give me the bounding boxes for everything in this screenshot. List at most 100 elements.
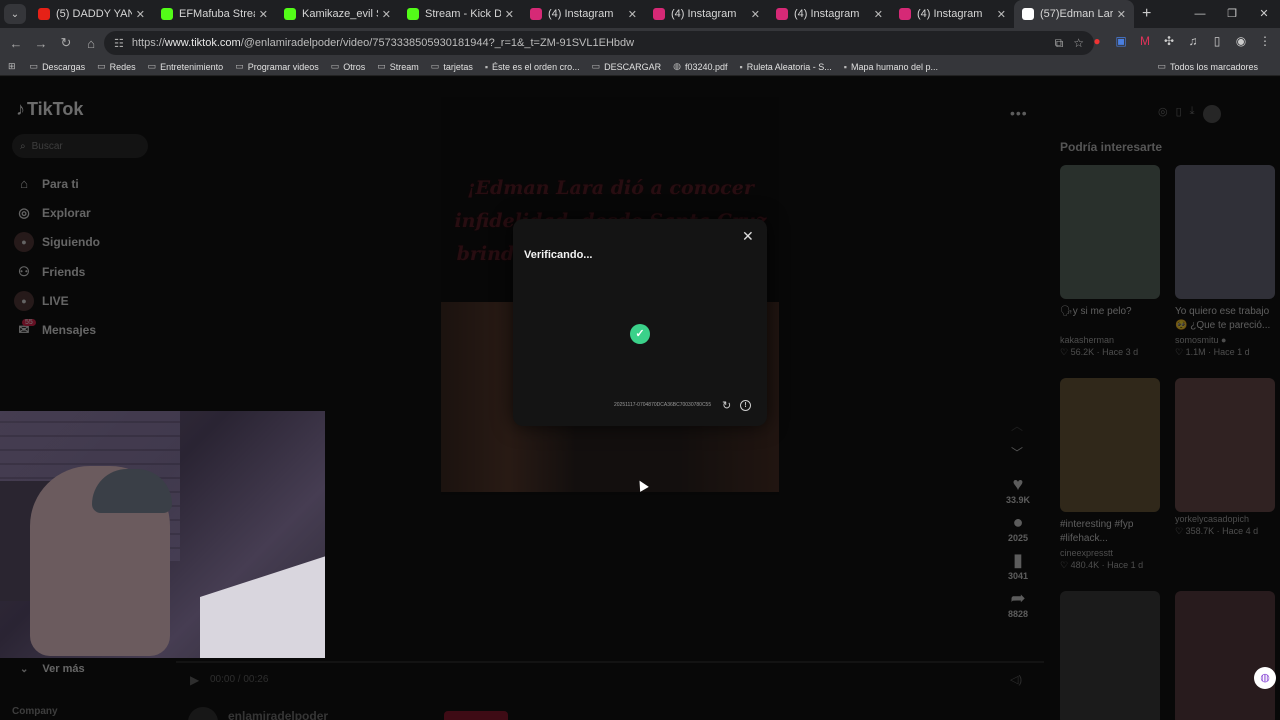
next-video-icon[interactable]: ﹀: [1011, 444, 1023, 461]
tiktok-logo[interactable]: ♪ TikTok: [16, 99, 83, 120]
video-author[interactable]: yorkelycasadopich: [1175, 514, 1275, 524]
device-icon[interactable]: ▯: [1176, 105, 1182, 123]
address-bar[interactable]: ☷ https://www.tiktok.com/@enlamiradelpod…: [104, 31, 1094, 55]
back-button[interactable]: ←: [4, 36, 28, 51]
bookmark-item[interactable]: ◍ f03240.pdf: [673, 61, 727, 72]
bookmark-item[interactable]: ▭ Redes: [97, 61, 136, 72]
new-tab-button[interactable]: +: [1142, 5, 1151, 23]
bookmark-item[interactable]: ▪ Éste es el orden cro...: [485, 61, 580, 72]
close-tab-icon[interactable]: ✕: [751, 8, 760, 21]
bookmark-item[interactable]: ▭ Programar videos: [235, 61, 319, 72]
video-thumbnail[interactable]: [1175, 165, 1275, 299]
close-tab-icon[interactable]: ✕: [628, 8, 637, 21]
bookmark-item[interactable]: ▭ DESCARGAR: [592, 61, 662, 72]
sidebar-item-friends[interactable]: ⚇ Friends: [14, 257, 100, 286]
sidebar-item-live[interactable]: ● LIVE: [14, 286, 100, 315]
browser-menu-icon[interactable]: ⋮: [1258, 34, 1272, 48]
profile-avatar-icon[interactable]: ◉: [1234, 34, 1248, 48]
browser-tab[interactable]: Stream - Kick Dashbo ✕: [399, 0, 522, 28]
save-count: 3041: [1007, 571, 1029, 581]
close-tab-icon[interactable]: ✕: [1117, 8, 1126, 21]
browser-tab[interactable]: (4) Instagram ✕: [522, 0, 645, 28]
refresh-icon[interactable]: ↻: [722, 399, 731, 412]
browser-tab[interactable]: (57)Edman Lara dió ✕: [1014, 0, 1134, 28]
close-tab-icon[interactable]: ✕: [505, 8, 514, 21]
floating-action-icon[interactable]: ◍: [1254, 667, 1276, 689]
info-icon[interactable]: !: [740, 400, 751, 411]
browser-tab[interactable]: Kamikaze_evil Stream ✕: [276, 0, 399, 28]
author-avatar[interactable]: [188, 707, 218, 720]
comment-button[interactable]: ● 2025: [1000, 511, 1036, 543]
video-thumbnail[interactable]: [1060, 378, 1160, 512]
follow-button[interactable]: [444, 711, 508, 720]
install-app-icon[interactable]: ⧉: [1055, 36, 1064, 51]
recommended-video-card[interactable]: Yo quiero ese trabajo 🥺 ¿Que te pareció.…: [1175, 165, 1275, 358]
company-link[interactable]: Company: [12, 706, 58, 717]
browser-tab[interactable]: (4) Instagram ✕: [645, 0, 768, 28]
coins-icon[interactable]: ◎: [1158, 105, 1168, 123]
home-button[interactable]: ⌂: [79, 36, 103, 51]
video-author[interactable]: somosmitu ●: [1175, 335, 1275, 345]
reload-button[interactable]: ↻: [54, 35, 78, 51]
previous-video-icon[interactable]: ︿: [1011, 417, 1023, 434]
play-icon[interactable]: ▶: [190, 673, 199, 687]
bookmark-item[interactable]: ▭ Descargas: [30, 61, 86, 72]
forward-button[interactable]: →: [29, 36, 53, 51]
close-tab-icon[interactable]: ✕: [259, 8, 268, 21]
extensions-puzzle-icon[interactable]: ✣: [1162, 34, 1176, 48]
recommended-video-card[interactable]: [1175, 591, 1275, 720]
video-thumbnail[interactable]: [1175, 378, 1275, 512]
translate-extension-icon[interactable]: ▣: [1114, 34, 1128, 48]
bookmark-item[interactable]: ▭ Entretenimiento: [148, 61, 224, 72]
maximize-button[interactable]: ❐: [1216, 0, 1248, 28]
all-bookmarks-folder[interactable]: ▭ Todos los marcadores: [1157, 61, 1258, 72]
browser-tab[interactable]: (4) Instagram ✕: [768, 0, 891, 28]
volume-icon[interactable]: ◁): [1010, 673, 1022, 686]
sidebar-item-para-ti[interactable]: ⌂ Para ti: [14, 169, 100, 198]
side-panel-icon[interactable]: ▯: [1210, 34, 1224, 48]
apps-grid-icon[interactable]: ⊞: [8, 61, 16, 72]
video-thumbnail[interactable]: [1060, 591, 1160, 720]
browser-tab[interactable]: (5) DADDY YANKEE & ✕: [30, 0, 153, 28]
extension-red-icon[interactable]: ●: [1090, 34, 1104, 48]
bookmark-item[interactable]: ▪ Mapa humano del p...: [844, 61, 938, 72]
like-button[interactable]: ♥ 33.9K: [1000, 473, 1036, 505]
recommended-video-card[interactable]: 🗣y si me pelo? kakasherman ♡ 56.2K · Hace …: [1060, 165, 1160, 358]
bookmark-item[interactable]: ▭ Otros: [331, 61, 366, 72]
video-progress-bar[interactable]: [176, 661, 1044, 663]
bookmark-star-icon[interactable]: ☆: [1073, 36, 1084, 51]
close-icon[interactable]: ✕: [742, 228, 754, 245]
save-button[interactable]: ▮ 3041: [1000, 549, 1036, 581]
user-avatar[interactable]: [1202, 105, 1221, 123]
close-window-button[interactable]: ✕: [1248, 0, 1280, 28]
sidebar-item-siguiendo[interactable]: ● Siguiendo: [14, 228, 100, 257]
extension-m-icon[interactable]: M: [1138, 34, 1152, 48]
media-control-icon[interactable]: ♫: [1186, 34, 1200, 48]
recommended-video-card[interactable]: #interesting #fyp #lifehack... cineexpres…: [1060, 378, 1160, 571]
share-button[interactable]: ➦ 8828: [1000, 587, 1036, 619]
more-options-icon[interactable]: •••: [1010, 105, 1028, 121]
download-icon[interactable]: ⤓: [1190, 105, 1195, 123]
video-author[interactable]: kakasherman: [1060, 335, 1160, 345]
recommended-video-card[interactable]: yorkelycasadopich ♡ 358.7K · Hace 4 d: [1175, 378, 1275, 537]
close-tab-icon[interactable]: ✕: [382, 8, 391, 21]
site-info-icon[interactable]: ☷: [114, 37, 124, 50]
bookmark-item[interactable]: ▭ Stream: [377, 61, 419, 72]
minimize-button[interactable]: —: [1184, 0, 1216, 28]
bookmark-item[interactable]: ▪ Ruleta Aleatoria - S...: [740, 61, 832, 72]
recommended-video-card[interactable]: [1060, 591, 1160, 720]
author-name[interactable]: enlamiradelpoder: [228, 709, 328, 720]
sidebar-item-explorar[interactable]: ◎ Explorar: [14, 198, 100, 227]
browser-tab[interactable]: EFMafuba Stream - W ✕: [153, 0, 276, 28]
browser-tab[interactable]: (4) Instagram ✕: [891, 0, 1014, 28]
close-tab-icon[interactable]: ✕: [136, 8, 145, 21]
bookmark-item[interactable]: ▭ tarjetas: [431, 61, 473, 72]
video-thumbnail[interactable]: [1175, 591, 1275, 720]
search-input[interactable]: ⌕ Buscar: [12, 134, 148, 158]
close-tab-icon[interactable]: ✕: [874, 8, 883, 21]
tab-search-button[interactable]: ⌄: [4, 4, 26, 24]
video-thumbnail[interactable]: [1060, 165, 1160, 299]
video-author[interactable]: cineexpresstt: [1060, 548, 1160, 558]
see-more-button[interactable]: ⌄ Ver más: [20, 663, 85, 675]
close-tab-icon[interactable]: ✕: [997, 8, 1006, 21]
